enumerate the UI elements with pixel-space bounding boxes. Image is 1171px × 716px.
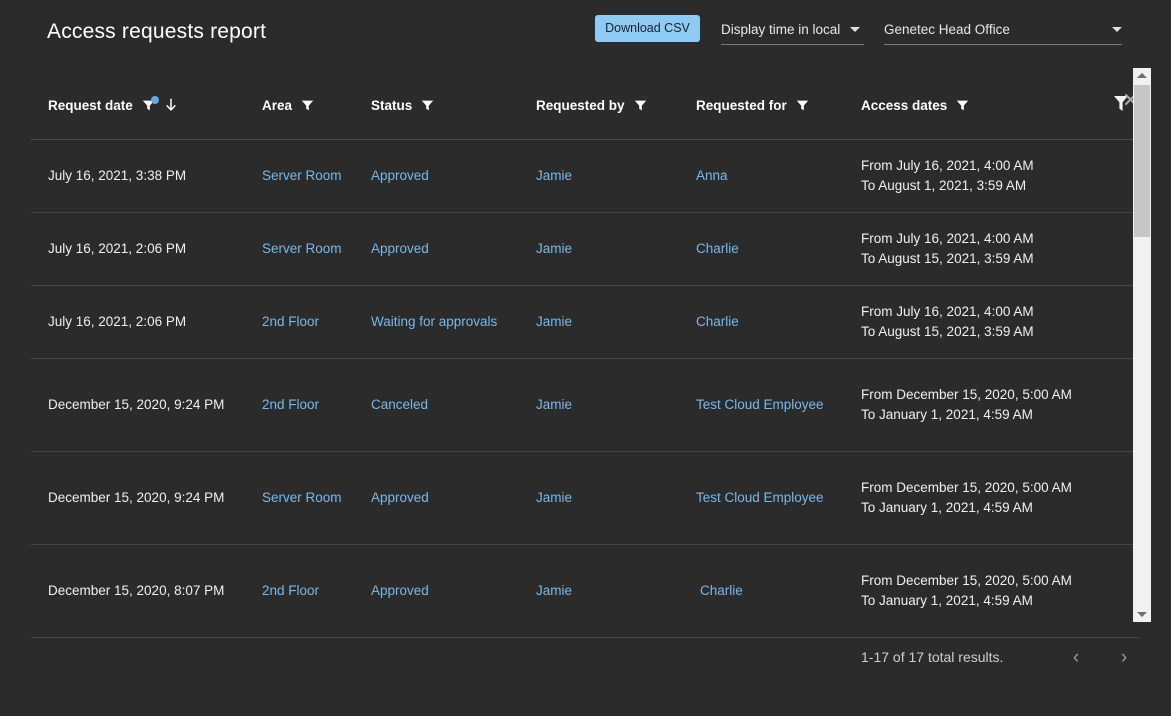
cell-area[interactable]: Server Room [262,166,357,186]
pagination-bar: 1-17 of 17 total results. ‹ › [0,639,1171,694]
scroll-down-button[interactable] [1133,607,1151,622]
table-row[interactable]: December 15, 2020, 9:24 PM 2nd Floor Can… [31,359,1140,452]
cell-requested-for[interactable]: Charlie [696,239,861,259]
cell-requested-by[interactable]: Jamie [536,395,666,415]
column-header-label: Requested by [536,98,625,113]
site-selector-dropdown[interactable]: Genetec Head Office [884,14,1122,45]
table-body: July 16, 2021, 3:38 PM Server Room Appro… [31,140,1140,638]
funnel-icon[interactable] [634,99,647,112]
cell-requested-for[interactable]: Test Cloud Employee [696,395,861,415]
table-row[interactable]: July 16, 2021, 2:06 PM Server Room Appro… [31,213,1140,286]
table-row[interactable]: December 15, 2020, 9:24 PM Server Room A… [31,452,1140,545]
column-header-access-dates[interactable]: Access dates [861,98,969,113]
column-header-area[interactable]: Area [262,98,314,113]
funnel-icon[interactable] [421,99,434,112]
access-date-to: To January 1, 2021, 4:59 AM [861,591,1091,611]
cell-area[interactable]: 2nd Floor [262,581,357,601]
cell-area[interactable]: 2nd Floor [262,312,357,332]
cell-requested-by[interactable]: Jamie [536,488,666,508]
scroll-up-button[interactable] [1133,68,1151,83]
table-row[interactable]: July 16, 2021, 2:06 PM 2nd Floor Waiting… [31,286,1140,359]
access-date-to: To January 1, 2021, 4:59 AM [861,405,1091,425]
access-date-from: From July 16, 2021, 4:00 AM [861,302,1091,322]
funnel-icon[interactable] [142,99,155,112]
cell-access-dates: From July 16, 2021, 4:00 AM To August 15… [861,229,1091,269]
cell-access-dates: From July 16, 2021, 4:00 AM To August 15… [861,302,1091,342]
cell-requested-by[interactable]: Jamie [536,581,666,601]
filter-active-badge [151,96,159,104]
column-header-request-date[interactable]: Request date [48,98,178,113]
access-date-from: From July 16, 2021, 4:00 AM [861,156,1091,176]
cell-requested-for[interactable]: Charlie [696,312,861,332]
access-date-to: To August 1, 2021, 3:59 AM [861,176,1091,196]
cell-access-dates: From December 15, 2020, 5:00 AM To Janua… [861,478,1091,518]
column-header-label: Area [262,98,292,113]
cell-request-date: July 16, 2021, 3:38 PM [48,166,248,186]
cell-access-dates: From December 15, 2020, 5:00 AM To Janua… [861,385,1091,425]
page-title: Access requests report [47,20,266,44]
pagination-previous-button[interactable]: ‹ [1061,643,1091,673]
cell-area[interactable]: 2nd Floor [262,395,357,415]
column-header-label: Access dates [861,98,947,113]
access-date-to: To August 15, 2021, 3:59 AM [861,249,1091,269]
access-date-from: From July 16, 2021, 4:00 AM [861,229,1091,249]
cell-requested-by[interactable]: Jamie [536,239,666,259]
access-date-to: To January 1, 2021, 4:59 AM [861,498,1091,518]
scrollbar-thumb[interactable] [1134,85,1150,237]
chevron-down-icon [1112,27,1122,32]
cell-access-dates: From December 15, 2020, 5:00 AM To Janua… [861,571,1091,611]
cell-access-dates: From July 16, 2021, 4:00 AM To August 1,… [861,156,1091,196]
cell-requested-for[interactable]: Charlie [700,581,865,601]
cell-requested-for[interactable]: Test Cloud Employee [696,488,861,508]
table-header-row: Request date Area Status [31,62,1140,140]
cell-status[interactable]: Canceled [371,395,521,415]
column-header-label: Request date [48,98,133,113]
column-header-requested-for[interactable]: Requested for [696,98,809,113]
display-time-dropdown-value: Display time in local [721,22,840,37]
cell-request-date: December 15, 2020, 8:07 PM [48,581,248,601]
cell-status[interactable]: Waiting for approvals [371,312,521,332]
cell-requested-for[interactable]: Anna [696,166,861,186]
access-date-to: To August 15, 2021, 3:59 AM [861,322,1091,342]
cell-request-date: July 16, 2021, 2:06 PM [48,239,248,259]
column-header-status[interactable]: Status [371,98,434,113]
cell-requested-by[interactable]: Jamie [536,312,666,332]
vertical-scrollbar[interactable] [1133,68,1151,622]
funnel-icon[interactable] [956,99,969,112]
cell-status[interactable]: Approved [371,488,521,508]
chevron-down-icon [850,27,860,32]
cell-area[interactable]: Server Room [262,239,357,259]
download-csv-button[interactable]: Download CSV [595,15,700,42]
column-header-label: Status [371,98,412,113]
cell-status[interactable]: Approved [371,166,521,186]
column-header-label: Requested for [696,98,787,113]
top-toolbar: Access requests report Download CSV Disp… [0,0,1171,62]
triangle-up-icon [1137,73,1147,78]
funnel-icon[interactable] [796,99,809,112]
access-date-from: From December 15, 2020, 5:00 AM [861,385,1091,405]
cell-status[interactable]: Approved [371,239,521,259]
access-requests-report-page: Access requests report Download CSV Disp… [0,0,1171,716]
report-table: Request date Area Status [0,62,1171,716]
cell-request-date: December 15, 2020, 9:24 PM [48,488,248,508]
funnel-icon[interactable] [301,99,314,112]
cell-requested-by[interactable]: Jamie [536,166,666,186]
results-count-label: 1-17 of 17 total results. [861,649,1003,665]
triangle-down-icon [1137,612,1147,617]
display-time-dropdown[interactable]: Display time in local [721,14,864,45]
cell-request-date: July 16, 2021, 2:06 PM [48,312,248,332]
access-date-from: From December 15, 2020, 5:00 AM [861,478,1091,498]
arrow-down-icon[interactable] [164,98,178,113]
cell-status[interactable]: Approved [371,581,521,601]
cell-area[interactable]: Server Room [262,488,357,508]
access-date-from: From December 15, 2020, 5:00 AM [861,571,1091,591]
site-selector-value: Genetec Head Office [884,22,1010,37]
cell-request-date: December 15, 2020, 9:24 PM [48,395,248,415]
pagination-next-button[interactable]: › [1109,643,1139,673]
column-header-requested-by[interactable]: Requested by [536,98,647,113]
table-row[interactable]: July 16, 2021, 3:38 PM Server Room Appro… [31,140,1140,213]
table-row[interactable]: December 15, 2020, 8:07 PM 2nd Floor App… [31,545,1140,638]
